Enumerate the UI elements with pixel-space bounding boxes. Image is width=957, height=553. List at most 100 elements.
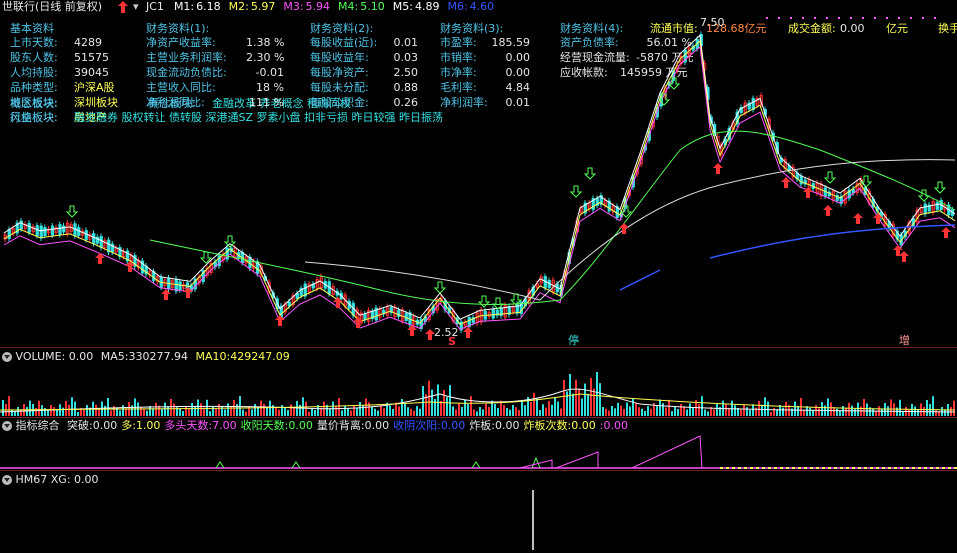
volume-bar (812, 410, 814, 416)
volume-bar (53, 407, 55, 416)
volume-bar (584, 383, 586, 416)
volume-bar (350, 410, 352, 416)
high-price-label: 7.50 (700, 16, 725, 29)
volume-bar (293, 407, 295, 416)
indicator-mark (726, 467, 729, 469)
volume-bar (197, 399, 199, 416)
indicator-mark (834, 467, 837, 469)
volume-bar (2, 400, 4, 416)
volume-bar (110, 410, 112, 416)
volume-bar (608, 410, 610, 416)
volume-bar (545, 407, 547, 416)
indicator-mark (840, 467, 843, 469)
volume-bar (194, 406, 196, 416)
volume-bar (566, 391, 568, 416)
volume-bar (542, 404, 544, 416)
indicator-mark (876, 467, 879, 469)
volume-bar (515, 407, 517, 416)
candle-body (799, 175, 803, 185)
volume-bar (359, 402, 361, 416)
indicator-mark (792, 467, 795, 469)
panel-menu-icon[interactable] (2, 421, 12, 431)
volume-bar (899, 399, 901, 416)
volume-bar (215, 409, 217, 416)
volume-bar (713, 409, 715, 416)
dot-marker (898, 17, 900, 19)
indicator-mark (720, 467, 723, 469)
dot-marker (826, 17, 828, 19)
volume-bar (464, 400, 466, 416)
volume-bar (179, 408, 181, 416)
sell-arrow-icon (433, 281, 447, 294)
volume-bar (677, 409, 679, 416)
volume-bar (836, 408, 838, 416)
volume-bar (122, 405, 124, 416)
volume-bar (530, 402, 532, 416)
indicator-mark (942, 467, 945, 469)
dot-marker (886, 17, 888, 19)
volume-bar (182, 411, 184, 416)
indicator-header: 指标综合 突破:0.00 多:1.00 多头天数:7.00 收阳天数:0.00 量价背离… (2, 419, 628, 433)
dot-marker (802, 17, 804, 19)
volume-bar (560, 408, 562, 416)
volume-bar (572, 393, 574, 416)
candle-body (923, 203, 927, 215)
volume-bar (287, 410, 289, 416)
volume-bar (104, 405, 106, 416)
volume-bar (539, 410, 541, 416)
volume-bar (827, 398, 829, 416)
volume-bar (503, 405, 505, 416)
volume-bar (908, 409, 910, 416)
indicator-label: 指标综合 (15, 419, 60, 432)
candle-body (178, 281, 182, 291)
panel-menu-icon[interactable] (2, 352, 12, 362)
volume-bar (866, 403, 868, 416)
volume-bar (224, 409, 226, 416)
volume-bar (662, 403, 664, 416)
volume-bar (278, 409, 280, 416)
volume-bar (422, 386, 424, 416)
volume-bar (434, 399, 436, 416)
volume-bar (440, 401, 442, 416)
volume-bar (152, 408, 154, 416)
volume-bar (626, 402, 628, 416)
volume-bar (404, 403, 406, 416)
volume-bar (656, 406, 658, 416)
volume-bar (659, 399, 661, 416)
dot-marker (934, 17, 936, 19)
ma10-label: MA10: (195, 350, 231, 363)
divider (0, 470, 957, 471)
panel-menu-icon[interactable] (2, 475, 12, 485)
volume-bar (902, 411, 904, 416)
hm-chart[interactable] (0, 490, 957, 550)
volume-bar (263, 404, 265, 416)
volume-bar (437, 384, 439, 416)
volume-bar (725, 404, 727, 416)
indicator-chart[interactable] (0, 432, 957, 470)
buy-arrow-icon (853, 213, 863, 224)
indicator-item-value: 7.00 (212, 419, 237, 432)
indicator-mark (780, 467, 783, 469)
volume-bar (296, 401, 298, 416)
volume-bar (260, 400, 262, 416)
volume-bar (734, 405, 736, 416)
volume-bar (674, 407, 676, 416)
indicator-mark (864, 467, 867, 469)
dot-marker (838, 17, 840, 19)
dot-marker (778, 17, 780, 19)
volume-bar (614, 408, 616, 416)
ma5-label: MA5: (100, 350, 129, 363)
volume-bar (251, 409, 253, 416)
indicator-item-value: 1.00 (135, 419, 161, 432)
volume-bar (452, 406, 454, 416)
volume-chart[interactable] (0, 364, 957, 416)
volume-bar (68, 404, 70, 416)
indicator-item-label: 多头天数: (164, 419, 213, 432)
price-chart[interactable] (0, 0, 957, 340)
volume-bar (476, 411, 478, 416)
volume-bar (821, 402, 823, 416)
volume-bar (551, 404, 553, 416)
volume-bar (470, 396, 472, 416)
volume-bar (932, 396, 934, 416)
indicator-mark (936, 467, 939, 469)
